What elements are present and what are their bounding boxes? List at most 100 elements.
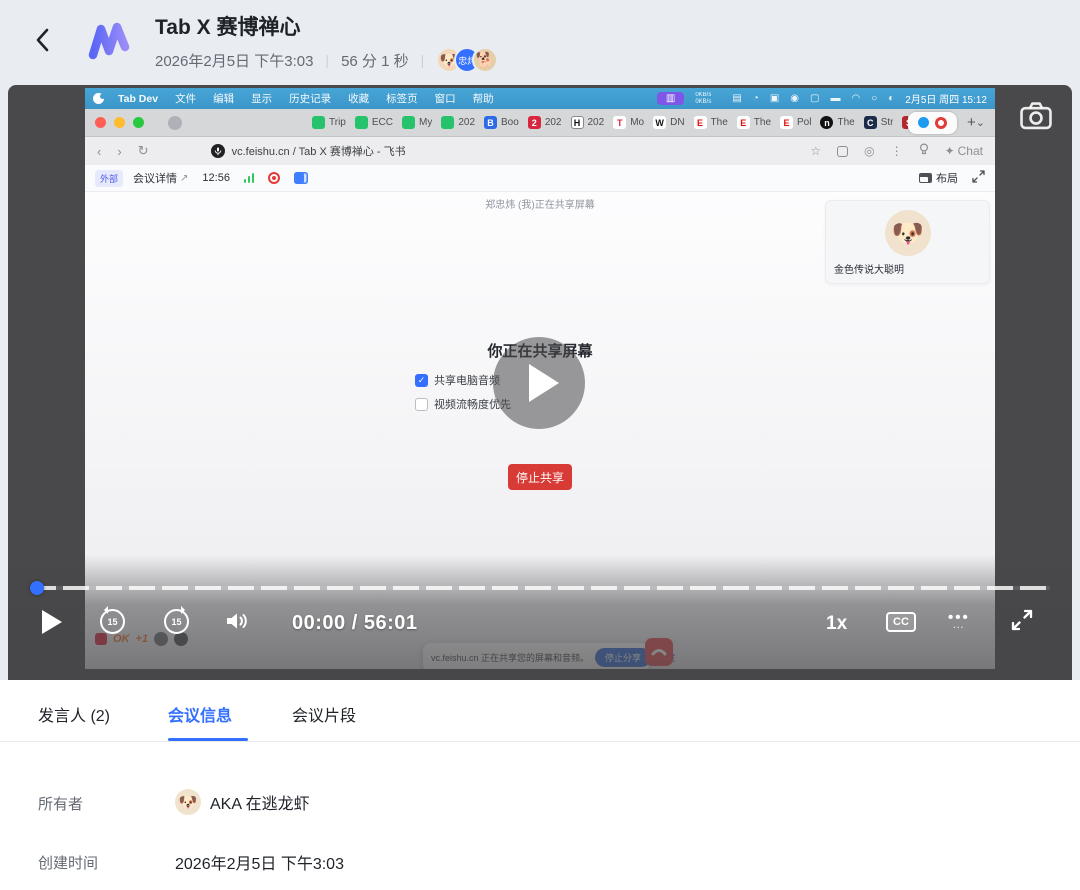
tab-label: Pol — [797, 117, 811, 128]
browser-tab[interactable]: My — [402, 115, 432, 130]
browser-tab[interactable]: ECC — [355, 115, 393, 130]
browser-tab[interactable]: n The — [820, 115, 854, 130]
menubar-menu-item[interactable]: 帮助 — [473, 91, 494, 106]
tab-speakers[interactable]: 发言人 (2) — [38, 702, 110, 726]
nav-forward-icon[interactable]: › — [117, 144, 121, 159]
progress-knob[interactable] — [30, 581, 44, 595]
tab-label: Mo — [630, 117, 644, 128]
browser-tab[interactable]: H 202 — [571, 115, 605, 130]
browser-tab[interactable]: W DN — [653, 115, 684, 130]
traffic-close-icon[interactable] — [95, 117, 106, 128]
owner-avatar[interactable]: 🐶 — [175, 789, 201, 815]
tab-overflow-button[interactable]: ⌄ — [976, 116, 985, 129]
browser-menu-icon[interactable]: ⋮ — [891, 144, 903, 158]
menubar-status-icons: ▤◔▣◉▢▬◠○◐ — [732, 94, 894, 104]
tab-favicon — [312, 116, 325, 129]
tab-favicon: W — [653, 116, 666, 129]
browser-tab[interactable]: E The — [694, 115, 728, 130]
layout-icon — [919, 173, 932, 183]
view-mode-icon[interactable] — [294, 172, 308, 184]
skip-forward-button[interactable]: 15 — [164, 609, 189, 634]
meeting-detail-link[interactable]: 会议详情 ↗ — [133, 170, 188, 186]
browser-tab[interactable]: B Boo — [484, 115, 519, 130]
tab-favicon: C — [864, 116, 877, 129]
menubar-menu-item[interactable]: 标签页 — [386, 91, 418, 106]
external-badge: 外部 — [95, 170, 123, 187]
play-icon — [42, 610, 62, 634]
menubar-menu-item[interactable]: 显示 — [251, 91, 272, 106]
status-icon: ▢ — [810, 94, 819, 104]
traffic-minimize-icon[interactable] — [114, 117, 125, 128]
menubar-menu-item[interactable]: 文件 — [175, 91, 196, 106]
menubar-menu-item[interactable]: 收藏 — [348, 91, 369, 106]
playback-speed-button[interactable]: 1x — [826, 613, 847, 635]
browser-tab[interactable]: 202 — [441, 115, 475, 130]
traffic-zoom-icon[interactable] — [133, 117, 144, 128]
checkbox-unchecked-icon[interactable] — [415, 398, 428, 411]
participant-card[interactable]: 🐶 金色传说大聪明 — [825, 200, 990, 284]
more-options-button[interactable]: ••• ··· — [948, 613, 970, 633]
signal-strength-icon — [244, 173, 255, 183]
browser-tab[interactable]: E Pol — [780, 115, 811, 130]
menubar-menu-item[interactable]: 编辑 — [213, 91, 234, 106]
meeting-replay-page: Tab X 赛博禅心 2026年2月5日 下午3:03 | 56 分 1 秒 |… — [0, 0, 1080, 890]
volume-button[interactable] — [224, 609, 250, 636]
captions-button[interactable]: CC — [886, 612, 916, 632]
lightbulb-icon[interactable] — [919, 143, 929, 159]
browser-tab[interactable]: 2 202 — [528, 115, 562, 130]
browser-tab[interactable]: Trip — [312, 115, 346, 130]
fullscreen-icon — [1010, 608, 1034, 635]
tab-meeting-clips[interactable]: 会议片段 — [292, 702, 356, 726]
network-speed: 0KB/s 0KB/s — [695, 92, 721, 106]
menubar-status-area: ▥ 0KB/s 0KB/s ▤◔▣◉▢▬◠○◐ 2月5日 周四 15:12 — [657, 91, 987, 106]
header-meta: 2026年2月5日 下午3:03 | 56 分 1 秒 | 🐶 忠炜 🐕 — [155, 47, 498, 73]
tab-label: The — [837, 117, 854, 128]
status-icon: ▬ — [830, 94, 840, 104]
address-text[interactable]: vc.feishu.cn / Tab X 赛博禅心 - 飞书 — [232, 143, 406, 159]
browser-tabstrip: Trip ECC My — [85, 109, 995, 137]
share-audio-option[interactable]: ✓ 共享电脑音频 — [415, 372, 500, 388]
play-button[interactable] — [42, 610, 62, 634]
participant-avatars[interactable]: 🐶 忠炜 🐕 — [436, 47, 498, 73]
browser-tab[interactable]: C Str — [864, 115, 894, 130]
meeting-toolbar-right: 布局 — [919, 170, 985, 186]
menubar-menu-item[interactable]: 窗口 — [435, 91, 456, 106]
tab-favicon — [355, 116, 368, 129]
big-play-button[interactable] — [493, 337, 585, 429]
back-chevron-icon — [30, 44, 56, 59]
tab-favicon — [402, 116, 415, 129]
progress-bar[interactable] — [30, 586, 1050, 590]
chat-label: Chat — [958, 144, 983, 158]
menubar-menu-item[interactable]: 历史记录 — [289, 91, 331, 106]
profile-icon[interactable]: ◎ — [864, 144, 874, 158]
layout-button[interactable]: 布局 — [919, 170, 958, 186]
participant-name: 金色传说大聪明 — [834, 261, 904, 276]
chat-spark-icon: ✦ — [945, 144, 955, 158]
avatar[interactable]: 🐕 — [472, 47, 498, 73]
back-button[interactable] — [30, 24, 56, 59]
browser-tab[interactable]: E The — [737, 115, 771, 130]
tab-meeting-info[interactable]: 会议信息 — [168, 702, 232, 726]
browser-tab[interactable]: T Mo — [613, 115, 644, 130]
apple-icon — [93, 93, 104, 104]
tabs-divider — [0, 741, 1080, 742]
fullscreen-button[interactable] — [1010, 608, 1034, 635]
skip-forward-15-icon: 15 — [164, 609, 189, 634]
tab-favicon: E — [694, 116, 707, 129]
stop-sharing-button[interactable]: 停止共享 — [508, 464, 572, 490]
checkbox-checked-icon[interactable]: ✓ — [415, 374, 428, 387]
nav-reload-icon[interactable]: ↻ — [138, 143, 149, 159]
skip-back-button[interactable]: 15 — [100, 609, 125, 634]
bookmark-icon[interactable]: ☆ — [810, 144, 821, 158]
extension-icon[interactable] — [837, 146, 848, 157]
active-browser-tab[interactable] — [908, 112, 957, 134]
chat-button[interactable]: ✦ Chat — [945, 144, 983, 158]
expand-meeting-icon[interactable] — [972, 170, 985, 186]
sidebar-toggle-icon[interactable] — [168, 116, 182, 130]
video-player[interactable]: Tab Dev 文件编辑显示历史记录收藏标签页窗口帮助 ▥ 0KB/s 0KB/… — [8, 85, 1072, 680]
new-tab-button[interactable]: + — [967, 114, 976, 131]
status-icon: ◉ — [790, 94, 799, 104]
screenshot-button[interactable] — [1014, 97, 1058, 135]
status-icon: ◐ — [888, 94, 894, 104]
nav-back-icon[interactable]: ‹ — [97, 144, 101, 159]
